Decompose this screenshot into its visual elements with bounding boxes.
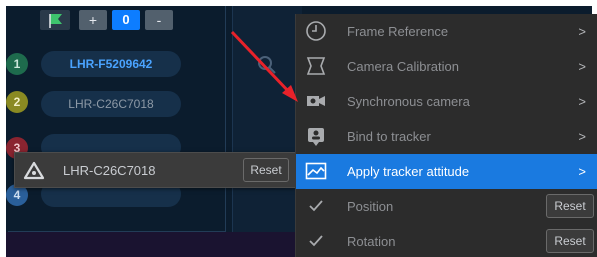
flag-button[interactable] (40, 10, 70, 30)
check-icon (309, 200, 323, 212)
tracker-attitude-icon (305, 162, 327, 180)
menu-item-label: Synchronous camera (347, 94, 470, 109)
tracker-number: 1 (6, 53, 28, 75)
chevron-right-icon: > (578, 164, 586, 179)
menu-item-label: Bind to tracker (347, 129, 431, 144)
tracker-list-item[interactable]: LHR-F5209642 (41, 51, 181, 77)
tracker-icon (23, 161, 45, 180)
chevron-right-icon: > (578, 24, 586, 39)
calibration-frame-icon (306, 57, 326, 75)
bind-tracker-icon (308, 128, 324, 146)
video-camera-icon (307, 96, 325, 106)
clock-icon (306, 21, 326, 41)
position-reset-button[interactable]: Reset (546, 194, 594, 218)
menu-item-label: Frame Reference (347, 24, 449, 39)
flag-icon (49, 14, 62, 28)
check-icon (309, 235, 323, 247)
context-menu: Frame Reference > Camera Calibration > S… (295, 14, 597, 257)
submenu-item-label: Rotation (347, 234, 396, 249)
rotation-reset-button[interactable]: Reset (546, 229, 594, 253)
tracker-number: 2 (6, 91, 28, 113)
tracker-reset-button[interactable]: Reset (243, 158, 289, 182)
selected-tracker-name: LHR-C26C7018 (63, 163, 156, 178)
viewport-area (232, 6, 302, 236)
submenu-item-label: Position (347, 199, 394, 214)
count-badge[interactable]: 0 (112, 10, 140, 30)
add-button[interactable]: + (79, 10, 107, 30)
tracker-list-item[interactable]: LHR-C26C7018 (41, 91, 181, 117)
search-icon[interactable] (256, 54, 278, 76)
submenu-item-rotation[interactable]: Rotation Reset (296, 224, 597, 257)
chevron-right-icon: > (578, 59, 586, 74)
bottom-band (6, 232, 306, 257)
menu-item-camera-calibration[interactable]: Camera Calibration > (296, 49, 597, 84)
menu-item-synchronous-camera[interactable]: Synchronous camera > (296, 84, 597, 119)
menu-item-bind-to-tracker[interactable]: Bind to tracker > (296, 119, 597, 154)
menu-item-frame-reference[interactable]: Frame Reference > (296, 14, 597, 49)
menu-item-label: Apply tracker attitude (347, 164, 470, 179)
menu-item-label: Camera Calibration (347, 59, 459, 74)
menu-item-apply-tracker-attitude[interactable]: Apply tracker attitude > (296, 154, 597, 189)
selected-tracker-row[interactable]: LHR-C26C7018 Reset (14, 152, 296, 188)
chevron-right-icon: > (578, 94, 586, 109)
chevron-right-icon: > (578, 129, 586, 144)
submenu-item-position[interactable]: Position Reset (296, 189, 597, 224)
remove-button[interactable]: - (145, 10, 173, 30)
